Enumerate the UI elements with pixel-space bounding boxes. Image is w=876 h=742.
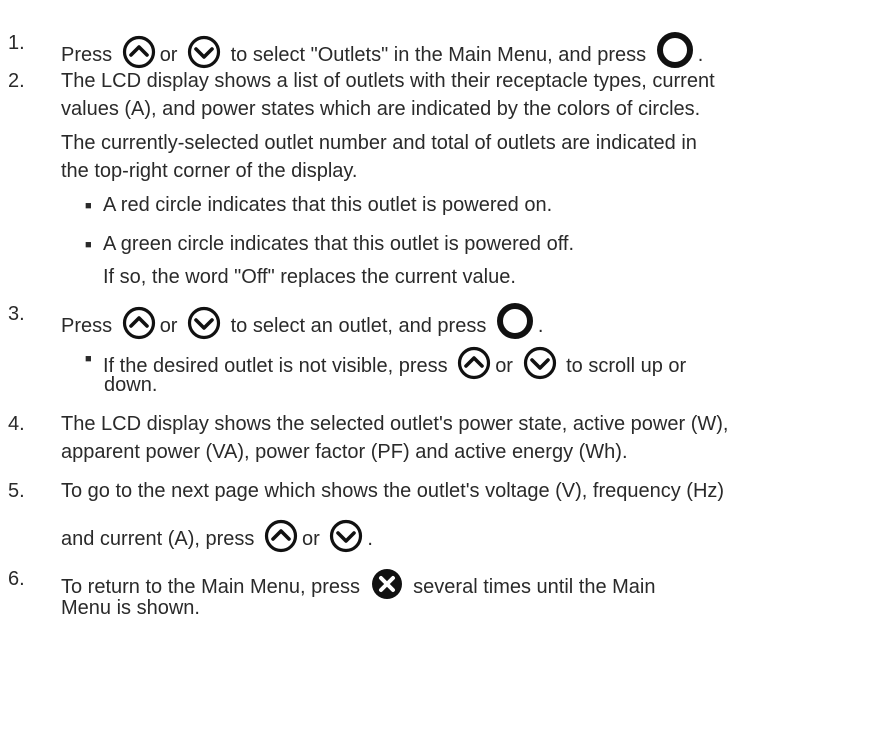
- select-button-icon: [656, 31, 694, 69]
- down-arrow-icon: [187, 306, 221, 340]
- step-number: 1.: [8, 32, 25, 54]
- step-number: 2.: [8, 70, 25, 92]
- red-circle-note: A red circle indicates that this outlet …: [103, 194, 553, 216]
- down-arrow-icon: [329, 519, 363, 553]
- down-arrow-icon: [523, 346, 557, 380]
- off-word-note: If so, the word "Off" replaces the curre…: [103, 266, 516, 288]
- step-number: 6.: [8, 568, 25, 590]
- cancel-x-icon: [369, 567, 404, 601]
- bullet: ■: [85, 353, 92, 365]
- step-number: 3.: [8, 303, 25, 325]
- step-5-line-2: and current (A), press or .: [61, 519, 373, 553]
- up-arrow-icon: [457, 346, 491, 380]
- step-2-line-4: the top-right corner of the display.: [61, 160, 358, 182]
- step-5-line-1: To go to the next page which shows the o…: [61, 480, 725, 502]
- step-2-line-2: values (A), and power states which are i…: [61, 98, 701, 120]
- scroll-note-cont: down.: [104, 374, 158, 396]
- select-button-icon: [496, 302, 534, 340]
- step-3-text: Press or to select an outlet, and press …: [61, 302, 543, 340]
- step-4-line-1: The LCD display shows the selected outle…: [61, 413, 729, 435]
- up-arrow-icon: [122, 35, 156, 69]
- step-number: 4.: [8, 413, 25, 435]
- step-4-line-2: apparent power (VA), power factor (PF) a…: [61, 441, 628, 463]
- scroll-note: If the desired outlet is not visible, pr…: [103, 346, 686, 380]
- step-2-line-1: The LCD display shows a list of outlets …: [61, 70, 715, 92]
- bullet: ■: [85, 200, 92, 212]
- up-arrow-icon: [122, 306, 156, 340]
- up-arrow-icon: [264, 519, 298, 553]
- step-number: 5.: [8, 480, 25, 502]
- step-1-text: Press or to select "Outlets" in the Main…: [61, 31, 703, 69]
- bullet: ■: [85, 239, 92, 251]
- green-circle-note: A green circle indicates that this outle…: [103, 233, 575, 255]
- down-arrow-icon: [187, 35, 221, 69]
- step-6-line-2: Menu is shown.: [61, 597, 200, 619]
- step-2-line-3: The currently-selected outlet number and…: [61, 132, 697, 154]
